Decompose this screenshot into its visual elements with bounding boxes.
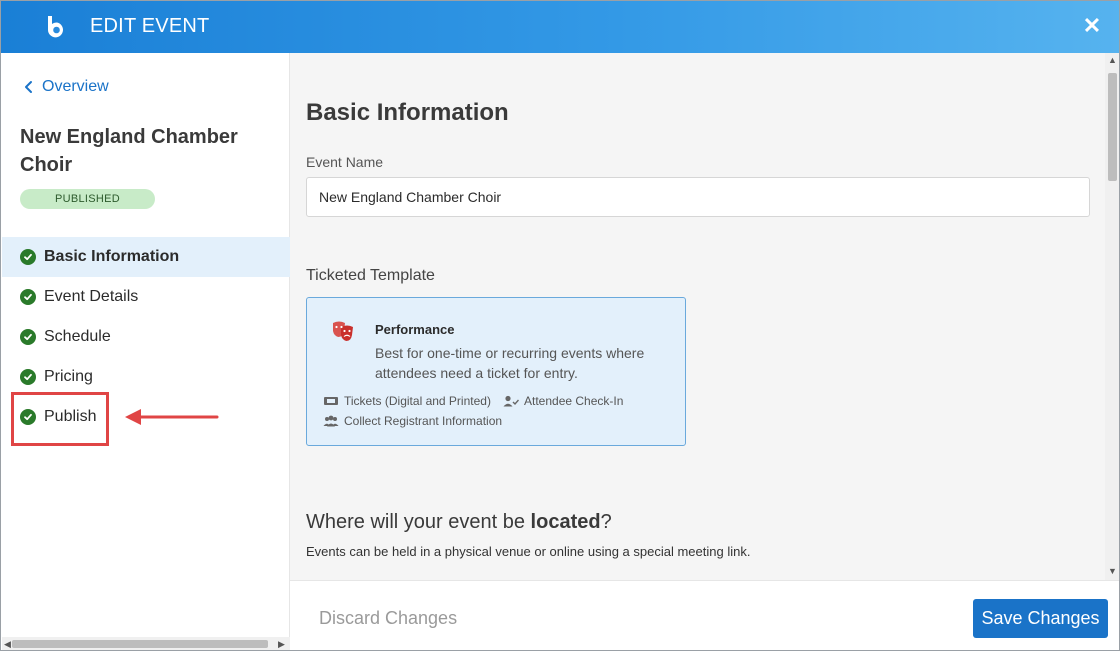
edit-event-window: EDIT EVENT ✕ Overview New England Chambe… [0,0,1120,651]
horizontal-scrollbar[interactable]: ◀ ▶ [2,637,290,650]
user-check-icon [503,395,519,407]
feature-label: Attendee Check-In [524,394,624,408]
brand-b-logo-icon [48,16,63,38]
sidebar-item-pricing[interactable]: Pricing [2,357,290,397]
sidebar-item-label: Schedule [44,328,111,345]
ticketed-template-label: Ticketed Template [306,267,435,284]
scroll-down-arrow-icon[interactable]: ▼ [1108,566,1117,576]
theater-masks-icon [333,321,353,341]
annotation-highlight-box [11,392,109,446]
header-bar: EDIT EVENT ✕ [1,1,1119,53]
discard-changes-button[interactable]: Discard Changes [319,608,457,629]
sidebar-item-event-details[interactable]: Event Details [2,277,290,317]
check-circle-icon [20,289,36,305]
sidebar-item-label: Event Details [44,288,139,305]
scroll-right-arrow-icon[interactable]: ▶ [278,639,285,650]
feature-collect-info: Collect Registrant Information [323,414,502,428]
check-circle-icon [20,249,36,265]
vertical-scrollbar[interactable]: ▲ ▼ [1105,53,1119,580]
main-content: Basic Information Event Name Ticketed Te… [290,53,1105,580]
template-card-performance[interactable]: Performance Best for one-time or recurri… [306,297,686,446]
users-icon [323,415,339,427]
footer-bar: Discard Changes Save Changes [290,580,1119,650]
sidebar-item-label: Basic Information [44,248,180,265]
chevron-left-icon [25,81,32,93]
scroll-left-arrow-icon[interactable]: ◀ [4,639,11,650]
status-badge: PUBLISHED [20,189,155,209]
feature-label: Collect Registrant Information [344,414,503,428]
template-title: Performance [375,322,455,337]
save-changes-button[interactable]: Save Changes [973,599,1108,638]
header-title: EDIT EVENT [90,15,210,37]
scroll-up-arrow-icon[interactable]: ▲ [1108,55,1117,65]
scrollbar-thumb[interactable] [12,640,268,648]
section-title: Basic Information [306,99,509,126]
overview-label: Overview [42,78,109,95]
scrollbar-thumb[interactable] [1108,73,1117,181]
feature-check-in: Attendee Check-In [503,394,623,408]
template-description: Best for one-time or recurring events wh… [375,345,645,381]
location-heading: Where will your event be located? [306,511,612,533]
sidebar-item-basic-information[interactable]: Basic Information [2,237,290,277]
close-icon[interactable]: ✕ [1079,13,1105,39]
event-title: New England Chamber Choir [20,126,238,176]
annotation-arrow-icon [125,409,219,425]
feature-tickets: Tickets (Digital and Printed) [323,394,491,408]
check-circle-icon [20,329,36,345]
feature-label: Tickets (Digital and Printed) [344,394,491,408]
sidebar-item-label: Pricing [44,368,93,385]
event-name-label: Event Name [306,154,384,170]
event-name-input[interactable] [306,177,1090,217]
check-circle-icon [20,369,36,385]
sidebar: Overview New England Chamber Choir PUBLI… [2,53,290,650]
overview-back-link[interactable]: Overview [22,78,109,96]
ticket-icon [324,397,338,405]
location-description: Events can be held in a physical venue o… [306,544,751,559]
sidebar-item-schedule[interactable]: Schedule [2,317,290,357]
